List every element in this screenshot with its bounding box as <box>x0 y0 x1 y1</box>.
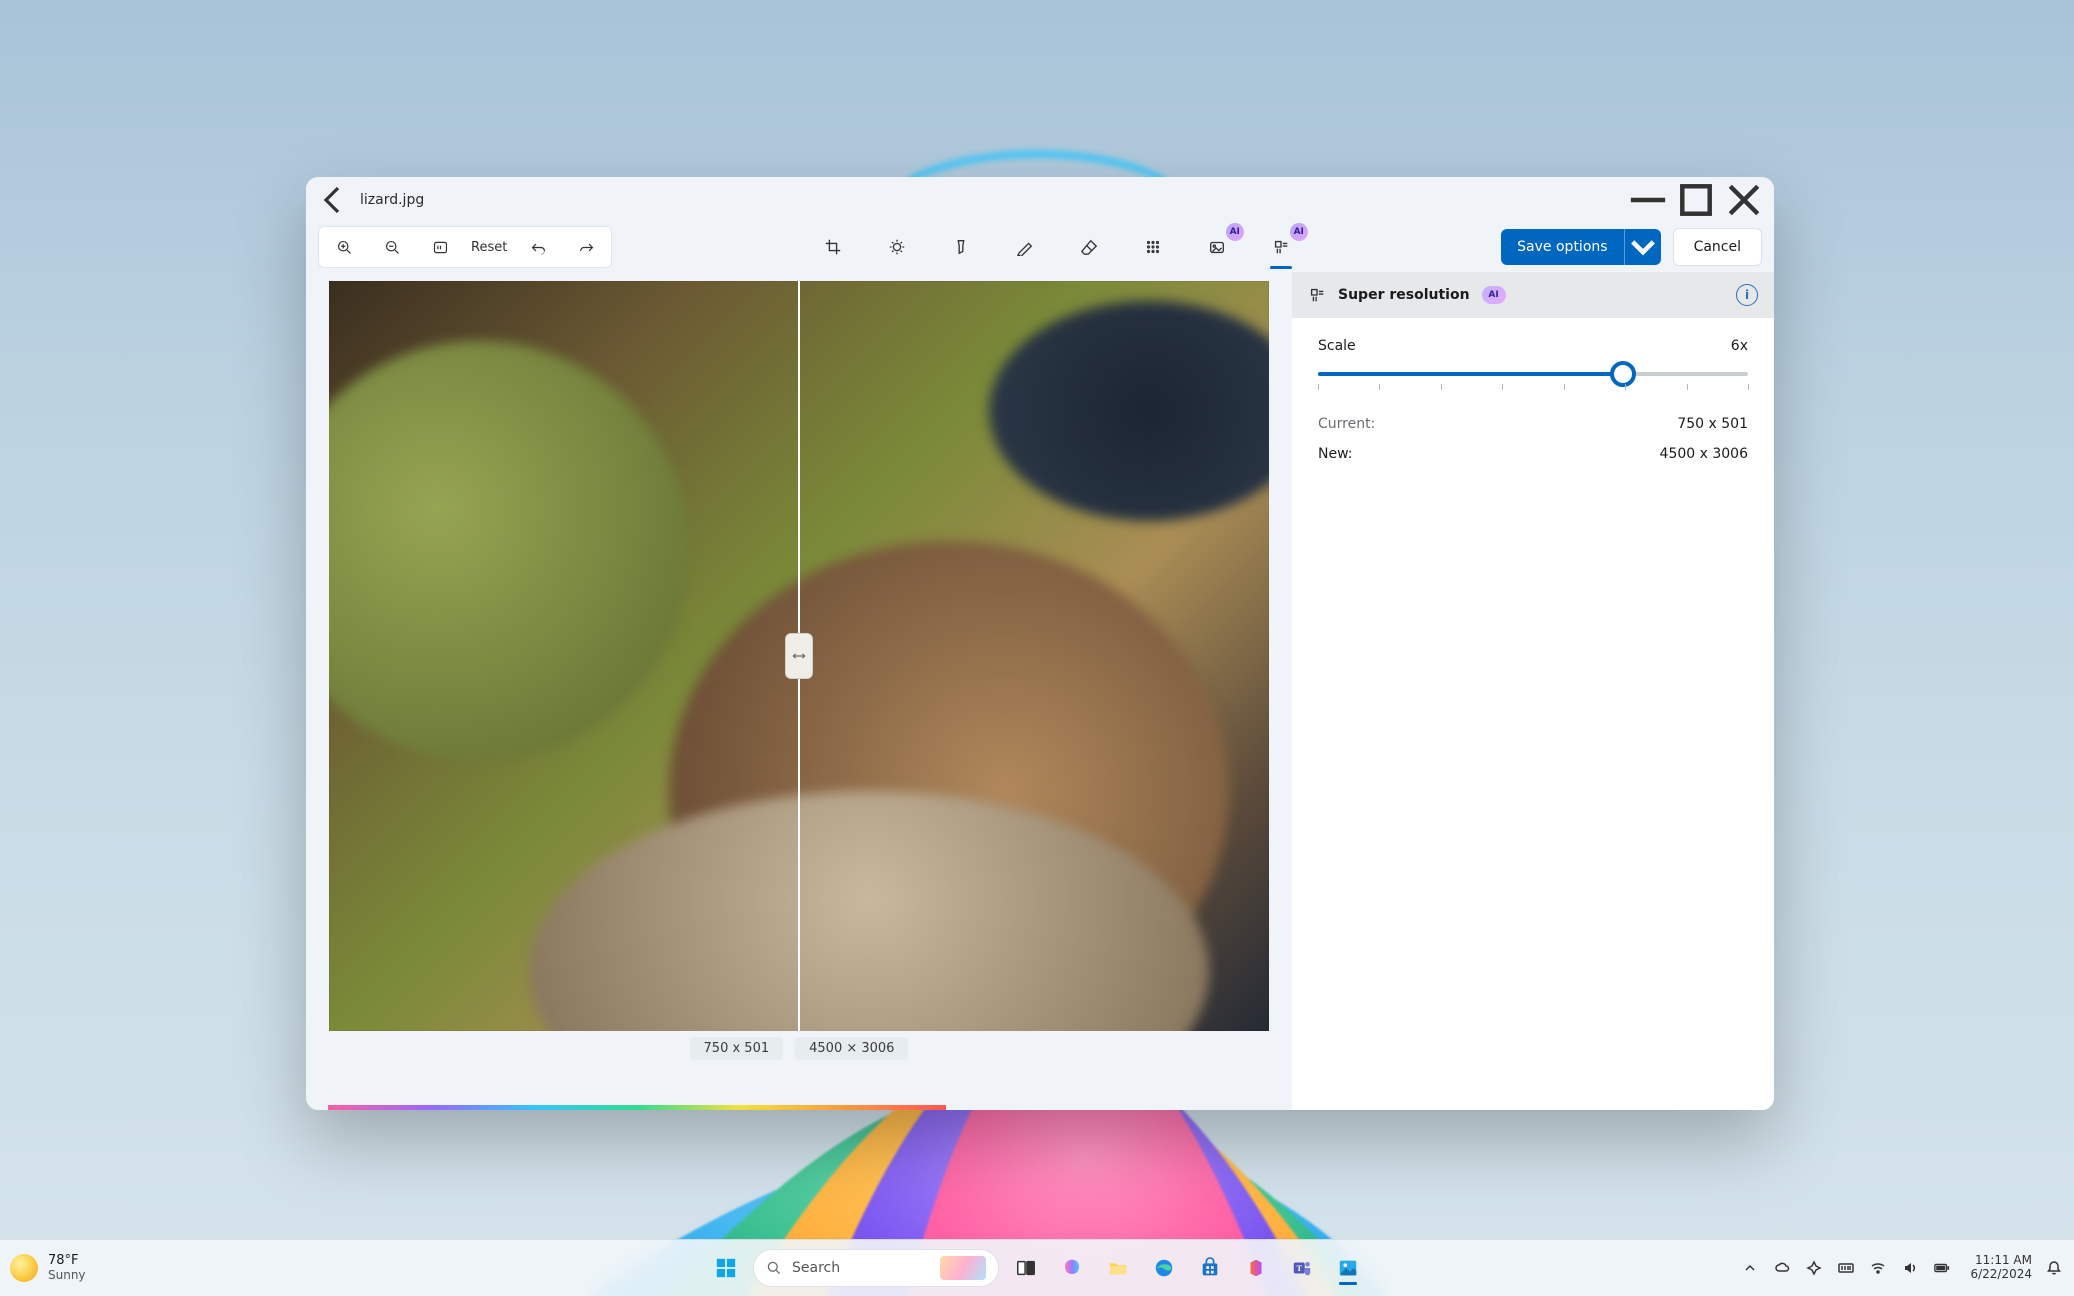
ai-badge-icon: AI <box>1290 223 1308 241</box>
input-language-icon[interactable] <box>1836 1258 1856 1278</box>
ai-badge-icon: AI <box>1482 286 1506 304</box>
m365-app-icon[interactable] <box>1237 1249 1275 1287</box>
photos-editor-window: lizard.jpg <box>306 177 1774 1110</box>
edge-app-icon[interactable] <box>1145 1249 1183 1287</box>
cancel-button[interactable]: Cancel <box>1673 228 1762 266</box>
upscaled-size-tag: 4500 × 3006 <box>795 1037 908 1060</box>
adjust-tool[interactable] <box>878 229 916 265</box>
system-tray: 11:11 AM 6/22/2024 <box>1740 1254 2064 1282</box>
current-size-label: Current: <box>1318 416 1375 432</box>
search-icon <box>766 1260 782 1276</box>
image-content <box>329 341 689 761</box>
window-minimize-button[interactable] <box>1624 182 1672 218</box>
copilot-tray-icon[interactable] <box>1804 1258 1824 1278</box>
super-resolution-tool[interactable]: AI <box>1262 229 1300 265</box>
window-titlebar: lizard.jpg <box>306 177 1774 223</box>
generative-ai-tool[interactable]: AI <box>1198 229 1236 265</box>
accent-gradient-bar <box>328 1105 946 1110</box>
scale-value: 6x <box>1731 338 1748 354</box>
sun-icon <box>10 1254 38 1282</box>
notifications-icon[interactable] <box>2044 1258 2064 1278</box>
save-options-label: Save options <box>1501 229 1624 265</box>
weather-condition: Sunny <box>48 1269 86 1283</box>
reset-button[interactable]: Reset <box>465 231 513 263</box>
save-options-dropdown[interactable] <box>1625 229 1661 265</box>
wifi-icon[interactable] <box>1868 1258 1888 1278</box>
svg-text:T: T <box>1296 1264 1302 1273</box>
comparison-slider-handle[interactable] <box>785 633 813 679</box>
taskbar: 78°F Sunny Search <box>0 1239 2074 1296</box>
scale-slider[interactable] <box>1318 372 1748 390</box>
window-close-button[interactable] <box>1720 182 1768 218</box>
back-button[interactable] <box>314 182 354 218</box>
zoom-out-button[interactable] <box>369 231 415 263</box>
weather-temperature: 78°F <box>48 1254 86 1269</box>
zoom-in-button[interactable] <box>321 231 367 263</box>
start-button[interactable] <box>707 1249 745 1287</box>
markup-tool[interactable] <box>1006 229 1044 265</box>
tool-tabs: AI AI <box>620 229 1493 265</box>
current-size-value: 750 x 501 <box>1677 416 1748 432</box>
editor-content: 750 x 501 4500 × 3006 Super resolution A… <box>306 271 1774 1110</box>
panel-body: Scale 6x Current: 750 x 501 <box>1292 318 1774 482</box>
clock-date: 6/22/2024 <box>1970 1268 2032 1282</box>
erase-tool[interactable] <box>1070 229 1108 265</box>
image-content <box>989 301 1269 521</box>
zoom-reset-group: Reset <box>318 226 612 268</box>
background-blur-tool[interactable] <box>1134 229 1172 265</box>
super-resolution-icon <box>1308 286 1326 304</box>
super-resolution-panel: Super resolution AI i Scale 6x <box>1292 271 1774 1110</box>
volume-icon[interactable] <box>1900 1258 1920 1278</box>
size-tags: 750 x 501 4500 × 3006 <box>690 1037 909 1060</box>
battery-icon[interactable] <box>1932 1258 1952 1278</box>
photos-app-icon[interactable] <box>1329 1249 1367 1287</box>
taskbar-clock[interactable]: 11:11 AM 6/22/2024 <box>1970 1254 2032 1282</box>
filename-label: lizard.jpg <box>360 192 424 208</box>
info-icon[interactable]: i <box>1736 284 1758 306</box>
search-art <box>940 1256 986 1280</box>
clock-time: 11:11 AM <box>1970 1254 2032 1268</box>
copilot-app-icon[interactable] <box>1053 1249 1091 1287</box>
weather-widget[interactable]: 78°F Sunny <box>10 1254 86 1283</box>
panel-title: Super resolution <box>1338 287 1470 303</box>
editor-toolbar: Reset <box>306 223 1774 271</box>
taskbar-center: Search T <box>707 1249 1367 1287</box>
redo-button[interactable] <box>563 231 609 263</box>
filter-tool[interactable] <box>942 229 980 265</box>
new-size-label: New: <box>1318 446 1353 462</box>
new-size-value: 4500 x 3006 <box>1660 446 1748 462</box>
task-view-button[interactable] <box>1007 1249 1045 1287</box>
original-size-tag: 750 x 501 <box>690 1037 784 1060</box>
teams-app-icon[interactable]: T <box>1283 1249 1321 1287</box>
image-preview-canvas[interactable] <box>329 281 1269 1031</box>
scale-label: Scale <box>1318 338 1356 354</box>
window-maximize-button[interactable] <box>1672 182 1720 218</box>
taskbar-search[interactable]: Search <box>753 1249 999 1287</box>
search-placeholder: Search <box>792 1260 840 1276</box>
crop-tool[interactable] <box>814 229 852 265</box>
canvas-column: 750 x 501 4500 × 3006 <box>306 271 1292 1110</box>
undo-button[interactable] <box>515 231 561 263</box>
toolbar-actions: Save options Cancel <box>1501 228 1762 266</box>
onedrive-icon[interactable] <box>1772 1258 1792 1278</box>
ai-badge-icon: AI <box>1226 223 1244 241</box>
panel-header: Super resolution AI i <box>1292 272 1774 318</box>
explorer-app-icon[interactable] <box>1099 1249 1137 1287</box>
save-options-split-button[interactable]: Save options <box>1501 229 1660 265</box>
slider-ticks <box>1318 384 1748 390</box>
store-app-icon[interactable] <box>1191 1249 1229 1287</box>
fit-to-screen-button[interactable] <box>417 231 463 263</box>
tray-chevron-icon[interactable] <box>1740 1258 1760 1278</box>
